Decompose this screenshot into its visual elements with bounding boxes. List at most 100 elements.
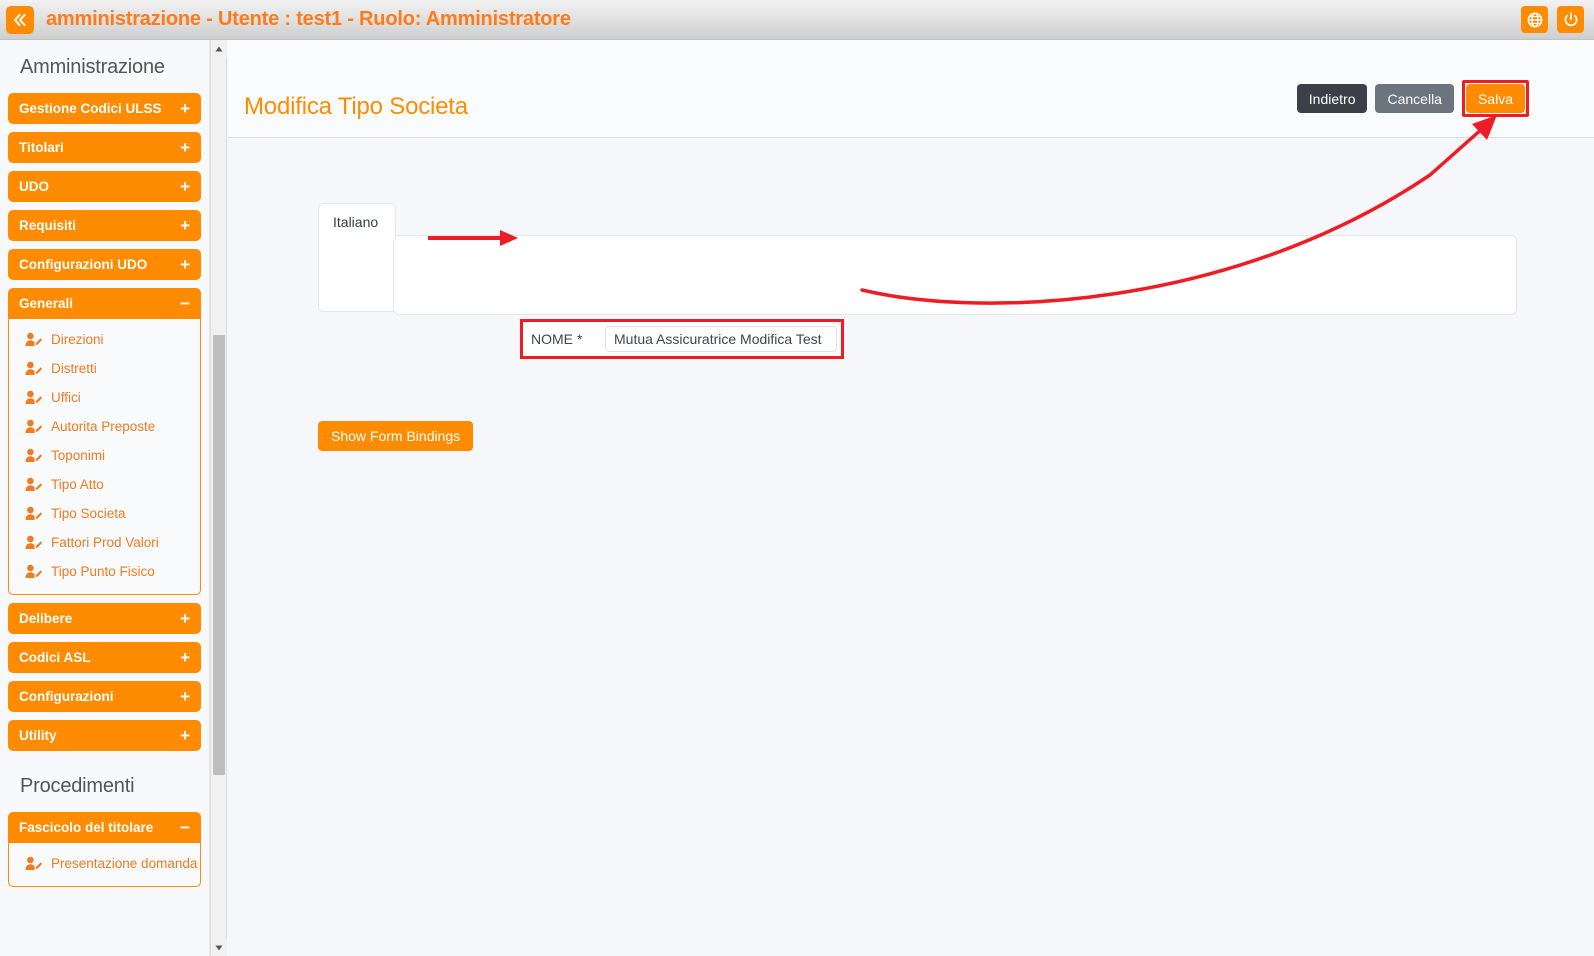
nome-field-label: NOME * <box>523 331 605 347</box>
sidebar-item-label: Tipo Societa <box>51 506 126 521</box>
sidebar-group-label: Gestione Codici ULSS <box>19 101 180 116</box>
sidebar-item-presentazione-domanda[interactable]: Presentazione domanda <box>9 849 200 878</box>
sidebar-group-delibere[interactable]: Delibere + <box>8 603 201 634</box>
sidebar-item-label: Autorita Preposte <box>51 419 155 434</box>
sidebar-group-label: Delibere <box>19 611 180 626</box>
collapse-minus-icon: − <box>180 295 190 312</box>
sidebar-item-fattori-prod-valori[interactable]: Fattori Prod Valori <box>9 528 200 557</box>
sidebar-item-label: Toponimi <box>51 448 105 463</box>
form-panel <box>393 235 1517 315</box>
expand-plus-icon: + <box>180 100 190 117</box>
user-edit-icon <box>25 856 42 871</box>
triangle-down-icon <box>215 945 223 951</box>
main-content: Modifica Tipo Societa Indietro Cancella … <box>228 40 1594 956</box>
expand-plus-icon: + <box>180 217 190 234</box>
globe-icon <box>1527 12 1543 28</box>
nome-input[interactable] <box>605 326 837 352</box>
user-edit-icon <box>25 564 42 579</box>
sidebar-group-utility[interactable]: Utility + <box>8 720 201 751</box>
sidebar-group-label: Codici ASL <box>19 650 180 665</box>
sidebar-group-label: Requisiti <box>19 218 180 233</box>
scrollbar-thumb[interactable] <box>213 335 225 775</box>
expand-plus-icon: + <box>180 178 190 195</box>
sidebar: Amministrazione Gestione Codici ULSS + T… <box>0 40 210 956</box>
sidebar-item-label: Fattori Prod Valori <box>51 535 159 550</box>
top-bar: amministrazione - Utente : test1 - Ruolo… <box>0 0 1594 40</box>
sidebar-group-label: Utility <box>19 728 180 743</box>
form-panel-tab-joint <box>318 238 398 312</box>
sidebar-item-label: Direzioni <box>51 332 104 347</box>
logout-button[interactable] <box>1557 6 1584 33</box>
expand-plus-icon: + <box>180 139 190 156</box>
sidebar-group-label: Configurazioni <box>19 689 180 704</box>
sidebar-item-label: Tipo Atto <box>51 477 104 492</box>
save-button-highlight: Salva <box>1462 80 1529 117</box>
expand-plus-icon: + <box>180 610 190 627</box>
user-edit-icon <box>25 535 42 550</box>
sidebar-item-tipo-societa[interactable]: Tipo Societa <box>9 499 200 528</box>
sidebar-content: Amministrazione Gestione Codici ULSS + T… <box>0 40 209 887</box>
user-edit-icon <box>25 506 42 521</box>
show-form-bindings-button[interactable]: Show Form Bindings <box>318 421 473 451</box>
user-edit-icon <box>25 332 42 347</box>
topbar-actions <box>1521 6 1584 33</box>
expand-plus-icon: + <box>180 688 190 705</box>
sidebar-group-titolari[interactable]: Titolari + <box>8 132 201 163</box>
scrollbar-up-button[interactable] <box>211 40 227 57</box>
sidebar-item-label: Uffici <box>51 390 81 405</box>
sidebar-item-tipo-punto-fisico[interactable]: Tipo Punto Fisico <box>9 557 200 586</box>
triangle-up-icon <box>215 46 223 52</box>
content-header: Modifica Tipo Societa Indietro Cancella … <box>228 40 1594 138</box>
sidebar-item-tipo-atto[interactable]: Tipo Atto <box>9 470 200 499</box>
sidebar-group-requisiti[interactable]: Requisiti + <box>8 210 201 241</box>
sidebar-group-configurazioni-udo[interactable]: Configurazioni UDO + <box>8 249 201 280</box>
sidebar-group-label: Configurazioni UDO <box>19 257 180 272</box>
collapse-minus-icon: − <box>180 819 190 836</box>
page-title-bar: amministrazione - Utente : test1 - Ruolo… <box>46 8 571 31</box>
expand-plus-icon: + <box>180 256 190 273</box>
sidebar-collapse-icon[interactable] <box>6 6 34 34</box>
save-button[interactable]: Salva <box>1466 84 1525 113</box>
scrollbar-down-button[interactable] <box>211 939 227 956</box>
sidebar-section-procedimenti: Procedimenti <box>4 759 205 812</box>
sidebar-scrollbar[interactable] <box>210 40 227 956</box>
sidebar-group-generali[interactable]: Generali − <box>8 288 201 319</box>
sidebar-group-udo[interactable]: UDO + <box>8 171 201 202</box>
double-chevron-left-icon <box>13 14 27 26</box>
user-edit-icon <box>25 477 42 492</box>
sidebar-group-configurazioni[interactable]: Configurazioni + <box>8 681 201 712</box>
sidebar-item-toponimi[interactable]: Toponimi <box>9 441 200 470</box>
sidebar-group-label: Fascicolo del titolare <box>19 820 180 835</box>
header-action-buttons: Indietro Cancella Salva <box>1297 80 1529 117</box>
language-button[interactable] <box>1521 6 1548 33</box>
sidebar-section-administration: Amministrazione <box>4 40 205 93</box>
sidebar-group-gestione-codici-ulss[interactable]: Gestione Codici ULSS + <box>8 93 201 124</box>
sidebar-item-label: Presentazione domanda <box>51 856 197 871</box>
user-edit-icon <box>25 419 42 434</box>
sidebar-group-codici-asl[interactable]: Codici ASL + <box>8 642 201 673</box>
sidebar-item-autorita-preposte[interactable]: Autorita Preposte <box>9 412 200 441</box>
user-edit-icon <box>25 448 42 463</box>
expand-plus-icon: + <box>180 649 190 666</box>
cancel-button[interactable]: Cancella <box>1375 84 1453 113</box>
tab-italiano[interactable]: Italiano <box>318 203 396 239</box>
sidebar-group-label: UDO <box>19 179 180 194</box>
sidebar-item-distretti[interactable]: Distretti <box>9 354 200 383</box>
user-edit-icon <box>25 361 42 376</box>
sidebar-group-label: Generali <box>19 296 180 311</box>
power-icon <box>1563 12 1579 28</box>
sidebar-item-label: Distretti <box>51 361 97 376</box>
sidebar-submenu-generali: Direzioni Distretti Uffici <box>8 319 201 595</box>
tab-label: Italiano <box>333 214 378 230</box>
sidebar-group-fascicolo-del-titolare[interactable]: Fascicolo del titolare − <box>8 812 201 843</box>
sidebar-item-uffici[interactable]: Uffici <box>9 383 200 412</box>
sidebar-item-direzioni[interactable]: Direzioni <box>9 325 200 354</box>
sidebar-group-label: Titolari <box>19 140 180 155</box>
sidebar-submenu-fascicolo: Presentazione domanda <box>8 843 201 887</box>
nome-field-highlight: NOME * <box>520 319 844 359</box>
back-button[interactable]: Indietro <box>1297 84 1368 113</box>
sidebar-item-label: Tipo Punto Fisico <box>51 564 155 579</box>
page-title: Modifica Tipo Societa <box>244 93 468 121</box>
expand-plus-icon: + <box>180 727 190 744</box>
user-edit-icon <box>25 390 42 405</box>
